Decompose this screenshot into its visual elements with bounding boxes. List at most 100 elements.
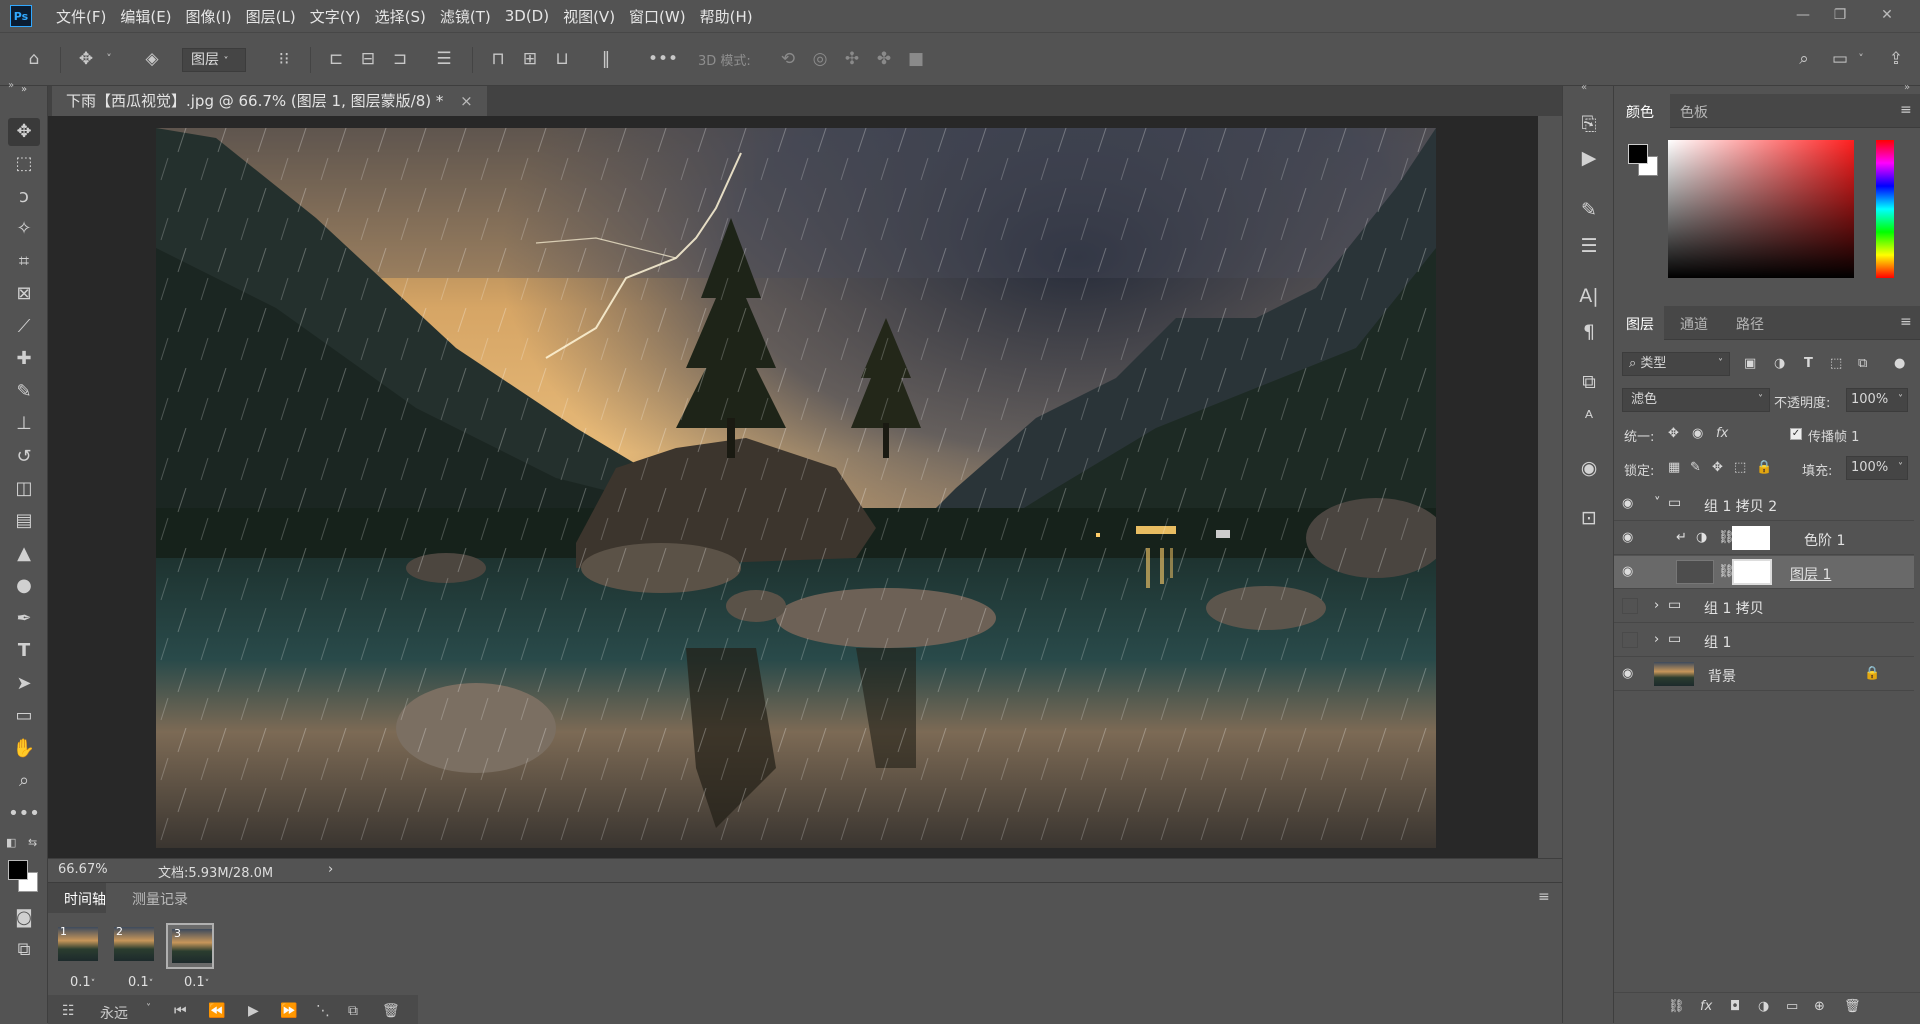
swap-colors-icon[interactable]: ⇆ <box>28 836 37 849</box>
frame-delay[interactable]: 0.1˅ <box>70 975 95 990</box>
frame-delay[interactable]: 0.1˅ <box>184 975 209 990</box>
blur-icon[interactable]: ▲ <box>8 540 40 568</box>
gradient-icon[interactable]: ▤ <box>8 507 40 535</box>
menu-window[interactable]: 窗口(W) <box>629 6 686 27</box>
workspace-chevron-icon[interactable]: ˅ <box>1854 47 1868 71</box>
clone-source-icon[interactable]: ⧉ <box>1575 368 1603 396</box>
close-window-icon[interactable]: ✕ <box>1872 4 1902 26</box>
foreground-color-swatch[interactable] <box>8 860 28 880</box>
restore-icon[interactable]: ❐ <box>1825 4 1855 26</box>
pen-icon[interactable]: ✒ <box>8 605 40 633</box>
delete-frame-icon[interactable]: 🗑 <box>382 1003 400 1019</box>
layers-panel-menu-icon[interactable]: ≡ <box>1900 314 1912 330</box>
menu-file[interactable]: 文件(F) <box>56 6 106 27</box>
strip-collapse-icon[interactable]: « <box>1581 82 1587 93</box>
next-frame-icon[interactable]: ⏩ <box>280 1003 297 1019</box>
mask-thumbnail[interactable] <box>1732 526 1770 550</box>
eye-hidden-box[interactable] <box>1622 632 1638 648</box>
tab-layers[interactable]: 图层 <box>1626 314 1654 334</box>
loop-option[interactable]: 永远 <box>100 1003 128 1023</box>
lock-artboard-icon[interactable]: ⬚ <box>1734 460 1746 475</box>
align-bottom-icon[interactable]: ⊔ <box>550 47 574 71</box>
layer-thumbnail[interactable] <box>1676 560 1714 584</box>
share-icon[interactable]: ⇪ <box>1884 47 1908 71</box>
layer-1[interactable]: ◉ ⛓ 图层 1 <box>1614 556 1914 589</box>
type-icon[interactable]: T <box>8 637 40 665</box>
chevron-down-icon[interactable]: ˅ <box>102 47 116 71</box>
frame-icon[interactable]: ⊠ <box>8 280 40 308</box>
zoom-icon[interactable]: ⌕ <box>8 767 40 795</box>
layer-select-dropdown[interactable]: 图层 ˅ <box>182 48 246 72</box>
lock-transparent-icon[interactable]: ▦ <box>1668 460 1680 475</box>
chevron-down-icon[interactable]: ˅ <box>1654 496 1661 511</box>
tab-swatches[interactable]: 色板 <box>1680 102 1708 122</box>
brush-settings-icon[interactable]: ✎ <box>1575 196 1603 224</box>
move-tool-icon[interactable]: ✥ <box>74 47 98 71</box>
first-frame-icon[interactable]: ⏮ <box>174 1003 187 1019</box>
chevron-right-icon[interactable]: › <box>1654 598 1659 613</box>
layer-group-copy-2[interactable]: ◉ ˅ ▭ 组 1 拷贝 2 <box>1614 488 1914 521</box>
search-icon[interactable]: ⌕ <box>1792 47 1816 71</box>
chevron-right-icon[interactable]: › <box>1654 632 1659 647</box>
filter-adjustment-icon[interactable]: ◑ <box>1774 356 1785 371</box>
filter-pixel-icon[interactable]: ▣ <box>1744 356 1756 371</box>
panel-collapse-icon[interactable]: » <box>8 80 14 91</box>
rectangle-icon[interactable]: ▭ <box>8 702 40 730</box>
new-adjustment-icon[interactable]: ◑ <box>1758 999 1769 1014</box>
3d-roll-icon[interactable]: ◎ <box>808 47 832 71</box>
healing-brush-icon[interactable]: ✚ <box>8 345 40 373</box>
tween-icon[interactable]: ⋱ <box>316 1003 330 1019</box>
duplicate-frame-icon[interactable]: ⧉ <box>348 1003 358 1019</box>
minimize-icon[interactable]: — <box>1788 4 1818 26</box>
frame-delay[interactable]: 0.1˅ <box>128 975 153 990</box>
paragraph-icon[interactable]: ¶ <box>1575 318 1603 346</box>
zoom-level[interactable]: 66.67% <box>58 862 108 877</box>
stamp-icon[interactable]: ⊥ <box>8 410 40 438</box>
fx-icon[interactable]: fx <box>1700 999 1712 1014</box>
play-icon[interactable]: ▶ <box>248 1003 259 1019</box>
eye-hidden-box[interactable] <box>1622 598 1638 614</box>
filter-smart-icon[interactable]: ⧉ <box>1858 356 1867 371</box>
layer-thumbnail[interactable] <box>1654 662 1694 686</box>
history-icon[interactable]: ⎘ <box>1575 110 1603 138</box>
magic-wand-icon[interactable]: ✧ <box>8 215 40 243</box>
character-icon[interactable]: A| <box>1575 282 1603 310</box>
filter-toggle-icon[interactable]: ● <box>1894 356 1905 371</box>
camera-raw-icon[interactable]: ◉ <box>1575 454 1603 482</box>
status-arrow-icon[interactable]: › <box>328 862 333 877</box>
adjustments-icon[interactable]: ☰ <box>1575 232 1603 260</box>
3d-orbit-icon[interactable]: ⟲ <box>776 47 800 71</box>
align-middle-v-icon[interactable]: ⊞ <box>518 47 542 71</box>
filter-type-icon[interactable]: T <box>1804 356 1813 371</box>
propagate-checkbox[interactable]: ✓ <box>1790 428 1802 440</box>
more-options-icon[interactable]: ••• <box>648 47 678 71</box>
hue-slider[interactable] <box>1876 140 1894 278</box>
tab-timeline[interactable]: 时间轴 <box>64 889 106 909</box>
screen-mode-icon[interactable]: ⧉ <box>8 936 40 964</box>
unify-visibility-icon[interactable]: ◉ <box>1692 426 1703 441</box>
new-layer-icon[interactable]: ⊕ <box>1814 999 1825 1014</box>
color-panel-menu-icon[interactable]: ≡ <box>1900 102 1912 118</box>
opacity-field[interactable]: 100% ˅ <box>1846 388 1908 412</box>
frame-2[interactable]: 2 <box>110 923 158 969</box>
properties-icon[interactable]: ⊡ <box>1575 504 1603 532</box>
menu-3d[interactable]: 3D(D) <box>505 7 549 25</box>
path-select-icon[interactable]: ➤ <box>8 670 40 698</box>
align-left-icon[interactable]: ⊏ <box>324 47 348 71</box>
panels-collapse-icon[interactable]: » <box>1904 82 1910 93</box>
document-canvas[interactable] <box>156 128 1436 848</box>
eye-icon[interactable]: ◉ <box>1622 666 1638 682</box>
quick-mask-icon[interactable]: ◙ <box>8 904 40 932</box>
menu-edit[interactable]: 编辑(E) <box>120 6 171 27</box>
unify-style-icon[interactable]: fx <box>1716 426 1728 441</box>
eye-icon[interactable]: ◉ <box>1622 496 1638 512</box>
mask-thumbnail[interactable] <box>1732 559 1772 585</box>
align-top-icon[interactable]: ⊓ <box>486 47 510 71</box>
frame-3[interactable]: 3 <box>166 923 214 969</box>
align-center-h-icon[interactable]: ⊟ <box>356 47 380 71</box>
color-field[interactable] <box>1668 140 1854 278</box>
tab-paths[interactable]: 路径 <box>1736 314 1764 334</box>
panel-menu-icon[interactable]: ≡ <box>1538 889 1550 905</box>
distribute-v-icon[interactable]: ‖ <box>594 47 618 71</box>
auto-select-icon[interactable]: ◈ <box>140 47 164 71</box>
